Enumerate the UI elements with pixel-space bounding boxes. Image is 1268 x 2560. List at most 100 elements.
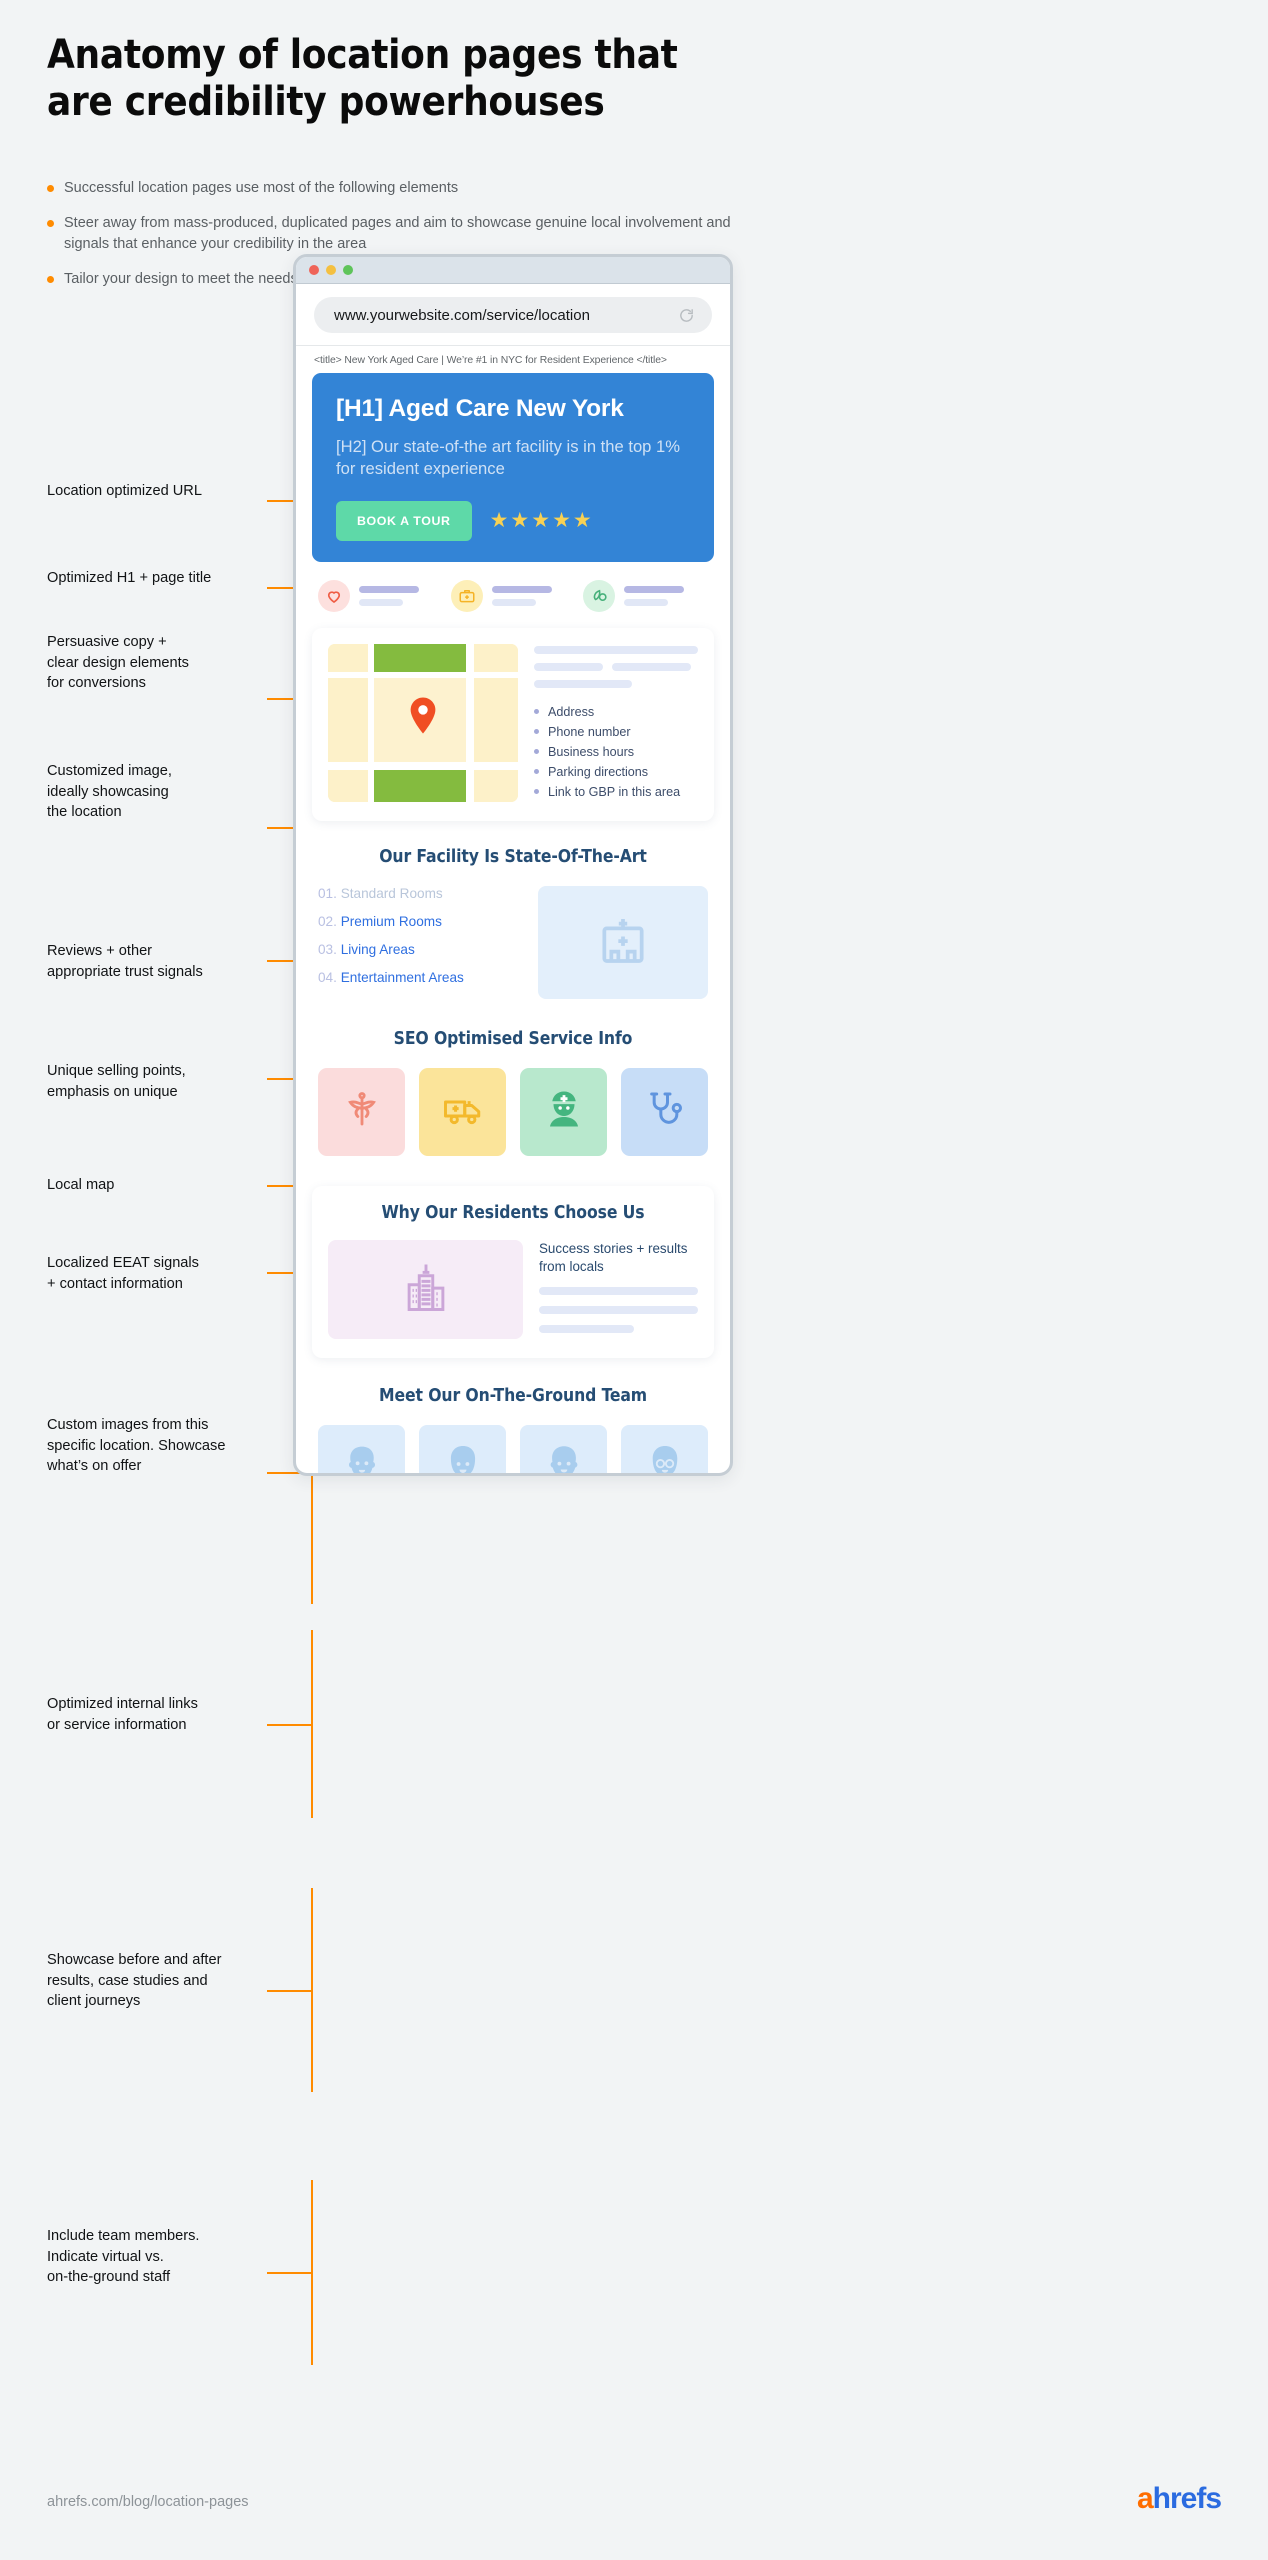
annotation-h1-title: Optimized H1 + page title — [47, 570, 212, 586]
ahrefs-logo: a hrefs — [1136, 2482, 1222, 2516]
contact-item-label: Address — [548, 704, 595, 719]
contact-item-label: Business hours — [548, 744, 635, 759]
bullet-dot-icon — [47, 276, 54, 284]
placeholder-bar-row — [534, 662, 698, 671]
team-member-tile[interactable] — [621, 1424, 708, 1473]
list-item: Steer away from mass-produced, duplicate… — [47, 213, 737, 255]
services-section: SEO Optimised Service Info — [296, 999, 730, 1156]
star-icon: ★ — [572, 509, 592, 533]
infographic-page: Anatomy of location pages that are credi… — [0, 0, 1268, 2560]
map-pin-icon — [410, 697, 437, 739]
hero-cta-row: BOOK A TOUR ★ ★ ★ ★ ★ — [336, 500, 690, 541]
annotation-customized-image: Customized image, ideally showcasing the… — [47, 763, 172, 821]
item-label: Standard Rooms — [340, 885, 443, 901]
section-title: Our Facility Is State-Of-The-Art — [379, 846, 647, 867]
book-a-tour-button[interactable]: BOOK A TOUR — [336, 500, 472, 541]
close-window-icon[interactable] — [309, 265, 319, 275]
placeholder-bar — [534, 679, 633, 688]
team-member-tile[interactable] — [318, 1424, 405, 1473]
hero-h2: [H2] Our state-of-the art facility is in… — [336, 437, 681, 478]
facility-list: 01. Standard Rooms 02. Premium Rooms 03.… — [318, 886, 522, 999]
section-title: Meet Our On-The-Ground Team — [379, 1385, 647, 1406]
facility-content: 01. Standard Rooms 02. Premium Rooms 03.… — [318, 885, 708, 999]
maximize-window-icon[interactable] — [343, 265, 353, 275]
placeholder-bars — [491, 585, 576, 606]
trust-signal-item — [583, 579, 708, 612]
team-member-tile[interactable] — [419, 1424, 506, 1473]
service-tile-caduceus[interactable] — [318, 1067, 405, 1156]
annotation-team: Include team members. Indicate virtual v… — [47, 2228, 200, 2286]
section-title: Why Our Residents Choose Us — [381, 1202, 645, 1223]
list-item[interactable]: Link to GBP in this area — [534, 785, 698, 799]
meta-title-text: <title> New York Aged Care | We’re #1 in… — [314, 355, 667, 366]
team-member-tile[interactable] — [520, 1424, 607, 1473]
placeholder-bar — [539, 1286, 698, 1295]
annotation-custom-images: Custom images from this specific locatio… — [47, 1417, 226, 1475]
list-item[interactable]: Business hours — [534, 745, 698, 759]
service-tile-nurse[interactable] — [520, 1067, 607, 1156]
item-number: 03. — [318, 941, 337, 957]
browser-titlebar — [296, 257, 730, 284]
page-title: Anatomy of location pages that are credi… — [47, 32, 678, 126]
bullet-dot-icon — [47, 220, 54, 228]
item-label: Living Areas — [340, 941, 415, 957]
url-text: www.yourwebsite.com/service/location — [334, 306, 590, 324]
bullet-dot-icon — [47, 185, 54, 192]
bearded-man-avatar-icon — [340, 1442, 384, 1473]
contact-item-label: Phone number — [548, 724, 631, 739]
list-item[interactable]: 04. Entertainment Areas — [318, 970, 522, 985]
city-buildings-icon — [399, 1260, 453, 1319]
browser-toolbar: www.yourwebsite.com/service/location — [296, 284, 730, 345]
item-number: 01. — [318, 885, 337, 901]
bullet-dot-icon — [534, 789, 539, 795]
hero-h1: [H1] Aged Care New York — [336, 395, 624, 422]
item-label: Premium Rooms — [340, 913, 442, 929]
nurse-icon — [543, 1088, 585, 1135]
annotation-url: Location optimized URL — [47, 483, 202, 499]
glasses-woman-avatar-icon — [643, 1442, 687, 1473]
why-residents-card: Why Our Residents Choose Us Success stor… — [312, 1185, 714, 1358]
map-contact-card: Address Phone number Business hours Park… — [312, 627, 714, 821]
annotation-before-after: Showcase before and after results, case … — [47, 1952, 222, 2010]
trust-signals-row — [296, 562, 730, 628]
list-item[interactable]: Parking directions — [534, 765, 698, 779]
list-item[interactable]: Address — [534, 705, 698, 719]
why-content-row: Success stories + results from locals — [328, 1239, 698, 1339]
placeholder-bar — [611, 662, 691, 671]
bullet-text: Successful location pages use most of th… — [64, 180, 459, 196]
ambulance-icon — [442, 1088, 484, 1135]
curly-man-avatar-icon — [542, 1442, 586, 1473]
list-item[interactable]: 01. Standard Rooms — [318, 886, 522, 901]
bullet-dot-icon — [534, 729, 539, 735]
star-icon: ★ — [510, 509, 530, 533]
medical-bag-icon — [450, 579, 483, 612]
case-study-image — [328, 1239, 523, 1339]
facility-section: Our Facility Is State-Of-The-Art 01. Sta… — [296, 821, 730, 999]
list-item[interactable]: Phone number — [534, 725, 698, 739]
annotation-persuasive-copy: Persuasive copy + clear design elements … — [47, 634, 189, 692]
local-map-image[interactable] — [328, 643, 518, 802]
stethoscope-icon — [645, 1089, 685, 1134]
team-section: Meet Our On-The-Ground Team — [296, 1358, 730, 1473]
star-icon: ★ — [531, 509, 551, 533]
minimize-window-icon[interactable] — [326, 265, 336, 275]
heart-icon — [318, 579, 350, 612]
logo-a: a — [1136, 2482, 1154, 2515]
list-item[interactable]: 02. Premium Rooms — [318, 914, 522, 929]
service-tile-ambulance[interactable] — [419, 1067, 506, 1156]
service-icon-row — [318, 1067, 708, 1156]
star-rating: ★ ★ ★ ★ ★ — [490, 510, 592, 531]
item-number: 02. — [318, 913, 337, 929]
contact-item-label: Parking directions — [548, 764, 649, 779]
reload-icon[interactable] — [678, 307, 695, 324]
placeholder-bars — [624, 585, 708, 606]
list-item[interactable]: 03. Living Areas — [318, 942, 522, 957]
trust-signal-item — [318, 579, 443, 612]
service-tile-stethoscope[interactable] — [621, 1067, 708, 1156]
address-bar[interactable]: www.yourwebsite.com/service/location — [314, 297, 712, 333]
placeholder-bars — [359, 585, 443, 606]
facility-image — [538, 885, 708, 999]
eco-leaf-icon — [583, 579, 616, 612]
star-icon: ★ — [552, 509, 571, 533]
list-item: Successful location pages use most of th… — [47, 178, 737, 199]
